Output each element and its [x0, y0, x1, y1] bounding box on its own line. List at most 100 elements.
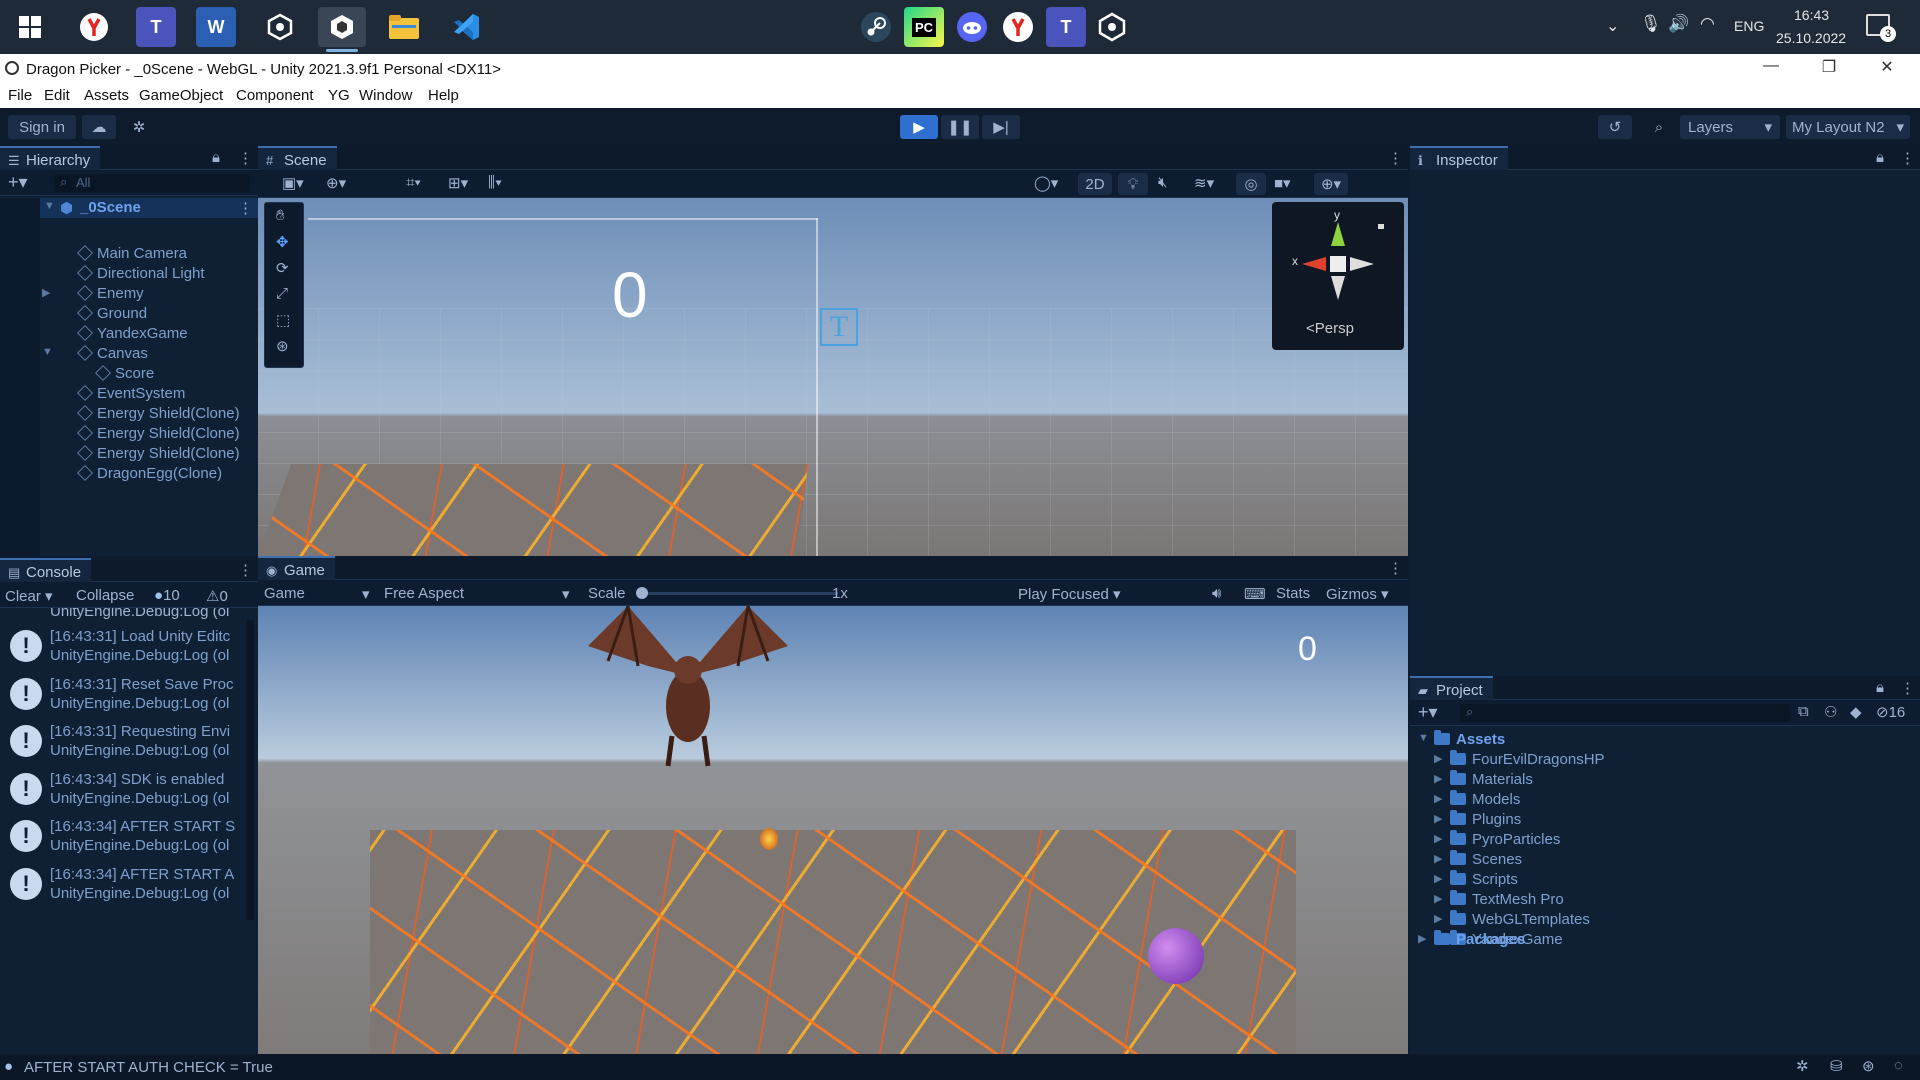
gizmos-icon[interactable]: ⊕▾ [1314, 173, 1348, 195]
console-entry[interactable]: ! [16:43:31] Reset Save Proc UnityEngine.D… [0, 670, 250, 717]
teams-icon-2[interactable]: T [1046, 7, 1086, 47]
lighting-icon[interactable]: 💡︎ [1118, 173, 1148, 195]
scale-slider-handle[interactable] [636, 587, 648, 599]
increment-icon[interactable]: ⫼▾ [488, 174, 502, 191]
hierarchy-item[interactable]: Directional Light [0, 264, 258, 284]
search-by-type-icon[interactable]: ⧉ [1798, 703, 1809, 720]
project-search-input[interactable]: ⌕ [1460, 704, 1790, 722]
panel-menu-icon[interactable]: ⋮ [1388, 559, 1403, 577]
packages-row[interactable]: ▶ Packages [1410, 930, 1920, 950]
pause-button[interactable]: ❚❚ [941, 115, 979, 139]
windows-start-icon[interactable] [10, 7, 50, 47]
toggle-2d-button[interactable]: 2D [1078, 173, 1112, 195]
orientation-gizmo[interactable]: y x <Persp [1272, 202, 1404, 350]
console-entry[interactable]: ! [16:43:34] AFTER START S UnityEngine.Deb… [0, 812, 250, 859]
yandex-browser-icon-2[interactable] [998, 7, 1038, 47]
console-entry[interactable]: ! [16:43:31] Load Unity Editc UnityEngine.… [0, 622, 250, 669]
panel-menu-icon[interactable]: ⋮ [1900, 679, 1915, 697]
assets-root-row[interactable]: ▼ Assets [1410, 730, 1920, 750]
cloud-icon[interactable]: ☁ [82, 115, 116, 139]
unity-hub-icon[interactable] [260, 7, 300, 47]
console-entry[interactable]: ! [16:43:34] SDK is enabled UnityEngine.De… [0, 765, 250, 812]
lock-icon[interactable]: 🔒︎ [1876, 149, 1884, 166]
collab-icon[interactable]: ✲ [122, 115, 156, 139]
expand-arrow-icon[interactable]: ▶ [1434, 752, 1442, 765]
step-button[interactable]: ▶| [982, 115, 1020, 139]
volume-icon[interactable]: 🔊 [1668, 14, 1689, 34]
transform-tool-icon[interactable]: ⊛ [276, 337, 289, 355]
menu-edit[interactable]: Edit [44, 87, 70, 104]
menu-gameobject[interactable]: GameObject [139, 87, 223, 104]
tab-hierarchy[interactable]: ☰ Hierarchy [0, 146, 101, 170]
tab-scene[interactable]: # Scene [258, 146, 337, 170]
rotate-tool-icon[interactable]: ⟳ [276, 259, 289, 277]
project-folder-row[interactable]: ▶ Models [1410, 790, 1920, 810]
file-explorer-icon[interactable] [384, 7, 424, 47]
layout-dropdown[interactable]: My Layout N2 ▾ [1786, 115, 1910, 139]
project-folder-row[interactable]: ▶ PyroParticles [1410, 830, 1920, 850]
game-viewport[interactable]: 0 [258, 606, 1408, 1054]
scene-viewport[interactable]: 0 T [258, 198, 1408, 556]
gizmos-button[interactable]: Gizmos ▾ [1326, 585, 1389, 603]
play-button[interactable]: ▶ [900, 115, 938, 139]
project-folder-row[interactable]: ▶ FourEvilDragonsHP [1410, 750, 1920, 770]
hierarchy-item[interactable]: ▶ Enemy [0, 284, 258, 304]
hand-tool-icon[interactable]: ✋︎ [276, 207, 285, 224]
hierarchy-search-input[interactable]: ⌕ All [54, 174, 250, 192]
clock-time[interactable]: 16:43 [1794, 7, 1829, 23]
display-dropdown[interactable]: Game ▾ [264, 585, 374, 603]
audio-icon[interactable]: 🔇︎ [1158, 174, 1167, 191]
project-folder-row[interactable]: ▶ WebGLTemplates [1410, 910, 1920, 930]
language-indicator[interactable]: ENG [1734, 18, 1764, 34]
cache-server-icon[interactable]: ⛁ [1830, 1057, 1843, 1075]
tray-chevron-icon[interactable]: ⌄ [1606, 16, 1619, 36]
expand-arrow-icon[interactable]: ▶ [1434, 912, 1442, 925]
menu-help[interactable]: Help [428, 87, 459, 104]
filter-icon[interactable]: ⚇ [1824, 703, 1837, 721]
lock-icon[interactable]: 🔒︎ [1876, 679, 1884, 696]
effects-icon[interactable]: ≋▾ [1194, 174, 1214, 192]
minimize-button[interactable]: — [1748, 57, 1794, 81]
label-icon[interactable]: ◆ [1850, 703, 1862, 721]
menu-component[interactable]: Component [236, 87, 314, 104]
vscode-icon[interactable] [446, 7, 486, 47]
tab-inspector[interactable]: ℹ Inspector [1410, 146, 1508, 170]
teams-icon[interactable]: T [136, 7, 176, 47]
draw-mode-icon[interactable]: ▣▾ [282, 174, 304, 192]
scale-tool-icon[interactable]: ⤢ [276, 285, 288, 302]
tab-console[interactable]: ▤ Console [0, 558, 92, 582]
hidden-packages-button[interactable]: ⊘16 [1876, 703, 1905, 721]
microphone-icon[interactable]: 🎙 [1640, 14, 1662, 34]
expand-arrow-icon[interactable]: ▶ [42, 286, 50, 299]
status-message[interactable]: AFTER START AUTH CHECK = True [24, 1059, 273, 1076]
mute-audio-icon[interactable]: 🔊︎ [1212, 585, 1221, 602]
unity-hub-icon-2[interactable] [1092, 7, 1132, 47]
clear-button[interactable]: Clear ▾ [5, 587, 53, 605]
auto-generate-lighting-icon[interactable]: ⊛ [1862, 1057, 1875, 1075]
hierarchy-item[interactable]: Score [0, 364, 258, 384]
hierarchy-item[interactable]: Energy Shield(Clone) [0, 424, 258, 444]
panel-menu-icon[interactable]: ⋮ [1900, 149, 1915, 167]
progress-icon[interactable]: ◌ [1894, 1057, 1903, 1074]
hierarchy-item[interactable]: EventSystem [0, 384, 258, 404]
hierarchy-item[interactable]: Ground [0, 304, 258, 324]
maximize-button[interactable]: ❐ [1806, 57, 1852, 81]
expand-arrow-icon[interactable]: ▶ [1434, 792, 1442, 805]
scene-menu-icon[interactable]: ⋮ [238, 199, 253, 217]
snap-icon[interactable]: ⌗▾ [406, 174, 421, 191]
panel-menu-icon[interactable]: ⋮ [238, 561, 253, 579]
hierarchy-item[interactable]: YandexGame [0, 324, 258, 344]
word-icon[interactable]: W [196, 7, 236, 47]
console-entry[interactable]: ! [16:43:31] Requesting Envi UnityEngine.D… [0, 717, 250, 764]
project-folder-row[interactable]: ▶ Materials [1410, 770, 1920, 790]
lock-icon[interactable]: 🔒︎ [212, 149, 220, 166]
history-icon[interactable]: ↺ [1598, 115, 1632, 139]
project-folder-row[interactable]: ▶ TextMesh Pro [1410, 890, 1920, 910]
hierarchy-item[interactable]: DragonEgg(Clone) [0, 464, 258, 484]
steam-icon[interactable] [856, 7, 896, 47]
menu-assets[interactable]: Assets [84, 87, 129, 104]
discord-icon[interactable] [952, 7, 992, 47]
warning-filter-button[interactable]: ⚠0 [206, 587, 228, 605]
global-icon[interactable]: ⊕▾ [326, 174, 346, 192]
add-icon[interactable]: +▾ [8, 172, 28, 193]
